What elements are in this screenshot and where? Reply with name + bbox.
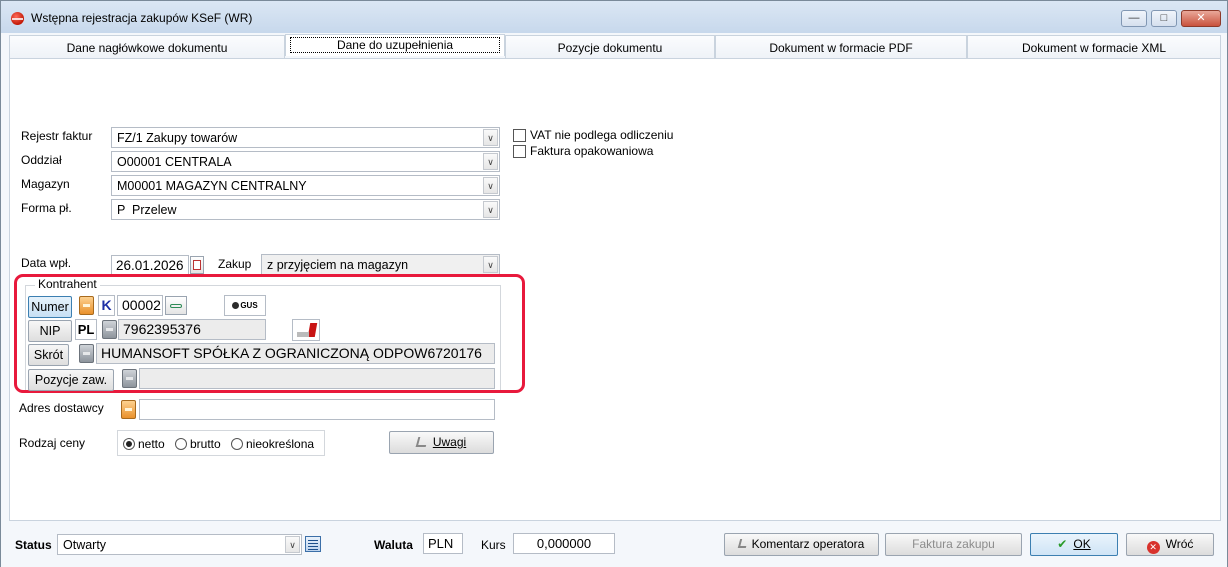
status-select[interactable]: Otwarty ∨	[57, 534, 302, 555]
pozycje-zaw-button[interactable]: Pozycje zaw.	[28, 369, 114, 391]
app-icon	[11, 12, 24, 25]
tab-label: Dane nagłówkowe dokumentu	[66, 41, 228, 55]
data-wpl-field[interactable]: 26.01.2026	[111, 255, 189, 276]
nieokreslona-label: nieokreślona	[246, 437, 315, 451]
brutto-label: brutto	[190, 437, 221, 451]
lookup-icon	[79, 344, 94, 363]
rodzaj-ceny-group: netto brutto nieokreślona	[117, 430, 325, 456]
pozycje-zaw-field[interactable]	[139, 368, 495, 389]
numer-field[interactable]: 00002	[117, 295, 163, 316]
pen-icon	[415, 437, 429, 447]
uwagi-button[interactable]: Uwagi	[389, 431, 494, 454]
magazyn-select[interactable]: M00001 MAGAZYN CENTRALNY ∨	[111, 175, 500, 196]
chevron-down-icon[interactable]: ∨	[285, 536, 300, 553]
waluta-label: Waluta	[374, 538, 413, 552]
forma-select[interactable]: P Przelew ∨	[111, 199, 500, 220]
rejestr-label: Rejestr faktur	[21, 129, 93, 143]
rejestr-select[interactable]: FZ/1 Zakupy towarów ∨	[111, 127, 500, 148]
status-label: Status	[15, 538, 52, 552]
rodzaj-ceny-label: Rodzaj ceny	[19, 436, 86, 450]
opakowaniowa-label: Faktura opakowaniowa	[530, 144, 654, 158]
uwagi-label: Uwagi	[432, 435, 467, 449]
chevron-down-icon[interactable]: ∨	[483, 256, 498, 273]
adres-label: Adres dostawcy	[19, 401, 104, 415]
tab-label: Dane do uzupełnienia	[289, 37, 501, 53]
tab-dane-naglowkowe[interactable]: Dane nagłówkowe dokumentu	[9, 35, 285, 59]
wroc-label: Wróć	[1165, 537, 1194, 551]
calendar-icon[interactable]	[190, 256, 204, 274]
nip-button[interactable]: NIP	[28, 320, 72, 342]
ok-button[interactable]: ✔ OK	[1030, 533, 1118, 556]
kurs-field[interactable]: 0,000000	[513, 533, 615, 554]
check-icon: ✔	[1057, 537, 1068, 551]
eraser-icon[interactable]	[292, 319, 320, 341]
numer-button[interactable]: Numer	[28, 296, 72, 318]
opakowaniowa-checkbox[interactable]	[513, 145, 526, 158]
radio-nieokreslona[interactable]	[231, 438, 243, 450]
netto-label: netto	[138, 437, 165, 451]
status-value: Otwarty	[63, 538, 107, 552]
tab-dokument-xml[interactable]: Dokument w formacie XML	[967, 35, 1221, 59]
waluta-field[interactable]: PLN	[423, 533, 463, 554]
lookup-icon[interactable]	[79, 296, 94, 315]
faktura-zakupu-button[interactable]: Faktura zakupu	[885, 533, 1022, 556]
skrot-field[interactable]: HUMANSOFT SPÓŁKA Z OGRANICZONĄ ODPOW6720…	[96, 343, 495, 364]
tab-label: Pozycje dokumentu	[557, 41, 663, 55]
tab-label: Dokument w formacie XML	[1021, 41, 1167, 55]
zakup-select[interactable]: z przyjęciem na magazyn ∨	[261, 254, 500, 275]
wroc-button[interactable]: ✕ Wróć	[1126, 533, 1214, 556]
rejestr-value: FZ/1 Zakupy towarów	[117, 131, 238, 145]
tab-bar: Dane nagłówkowe dokumentu Dane do uzupeł…	[9, 34, 1221, 59]
maximize-button[interactable]: □	[1151, 10, 1177, 27]
title-bar: Wstępna rejestracja zakupów KSeF (WR) — …	[1, 1, 1227, 33]
magazyn-value: M00001 MAGAZYN CENTRALNY	[117, 179, 307, 193]
close-button[interactable]: ✕	[1181, 10, 1221, 27]
vat-checkbox[interactable]	[513, 129, 526, 142]
chevron-down-icon[interactable]: ∨	[483, 201, 498, 218]
main-window: Wstępna rejestracja zakupów KSeF (WR) — …	[0, 0, 1228, 567]
tab-label: Dokument w formacie PDF	[769, 41, 913, 55]
chevron-down-icon[interactable]: ∨	[483, 153, 498, 170]
list-icon[interactable]	[305, 536, 321, 552]
adres-field[interactable]	[139, 399, 495, 420]
vat-label: VAT nie podlega odliczeniu	[530, 128, 674, 142]
magazyn-label: Magazyn	[21, 177, 70, 191]
pen-icon	[737, 539, 748, 548]
link-icon[interactable]	[165, 296, 187, 315]
minimize-button[interactable]: —	[1121, 10, 1147, 27]
forma-value: P Przelew	[117, 203, 177, 217]
zakup-label: Zakup	[218, 257, 252, 271]
gus-logo-icon	[232, 302, 240, 309]
radio-netto[interactable]	[123, 438, 135, 450]
komentarz-label: Komentarz operatora	[751, 537, 865, 551]
oddzial-select[interactable]: O00001 CENTRALA ∨	[111, 151, 500, 172]
oddzial-label: Oddział	[21, 153, 62, 167]
address-lookup-icon[interactable]	[121, 400, 136, 419]
gus-label: GUS	[240, 301, 258, 310]
window-title: Wstępna rejestracja zakupów KSeF (WR)	[31, 11, 253, 25]
oddzial-value: O00001 CENTRALA	[117, 155, 232, 169]
zakup-value: z przyjęciem na magazyn	[267, 258, 409, 272]
gus-button[interactable]: GUS	[224, 295, 266, 316]
radio-brutto[interactable]	[175, 438, 187, 450]
data-wpl-label: Data wpł.	[21, 256, 72, 270]
tab-dokument-pdf[interactable]: Dokument w formacie PDF	[715, 35, 967, 59]
komentarz-button[interactable]: Komentarz operatora	[724, 533, 879, 556]
forma-label: Forma pł.	[21, 201, 72, 215]
tab-dane-do-uzupelnienia[interactable]: Dane do uzupełnienia	[285, 34, 505, 56]
cancel-icon: ✕	[1146, 541, 1160, 554]
k-type-box[interactable]: K	[98, 295, 115, 316]
skrot-button[interactable]: Skrót	[28, 344, 69, 366]
nip-prefix[interactable]: PL	[75, 319, 97, 340]
kurs-label: Kurs	[481, 538, 506, 552]
nip-field[interactable]: 7962395376	[118, 319, 266, 340]
lookup-icon	[122, 369, 137, 388]
chevron-down-icon[interactable]: ∨	[483, 129, 498, 146]
chevron-down-icon[interactable]: ∨	[483, 177, 498, 194]
ok-label: OK	[1073, 537, 1091, 551]
tab-pozycje-dokumentu[interactable]: Pozycje dokumentu	[505, 35, 715, 59]
lookup-icon	[102, 320, 117, 339]
